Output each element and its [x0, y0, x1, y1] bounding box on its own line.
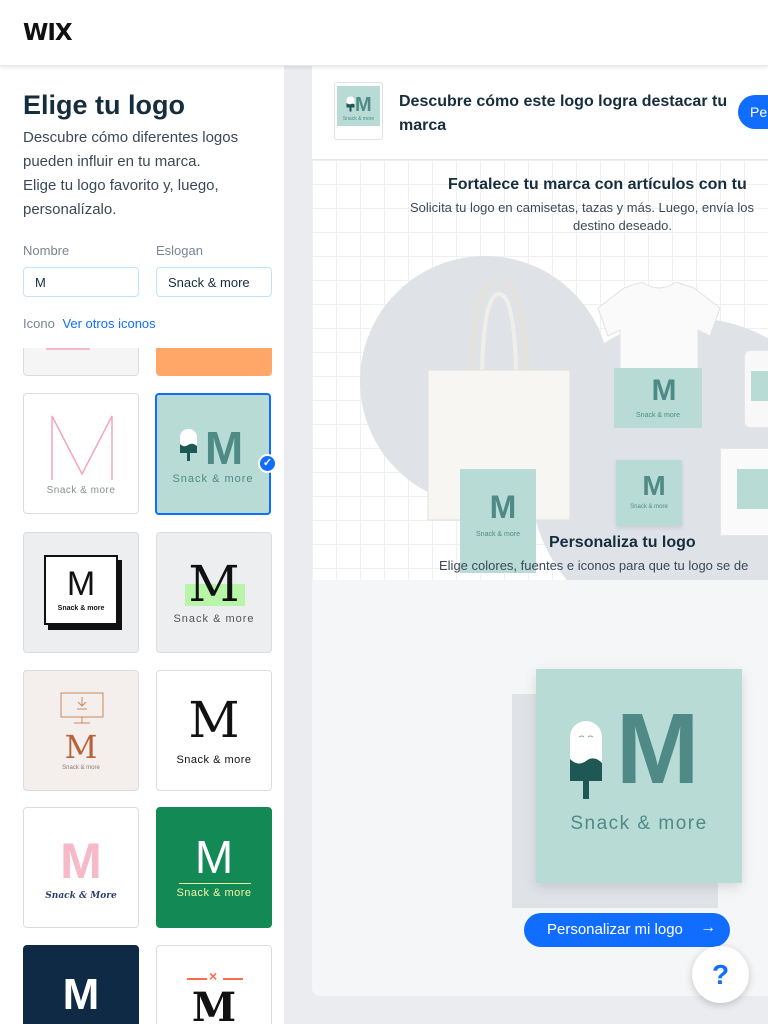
logo-tile[interactable]: M [23, 945, 139, 1024]
tile-letter: M [60, 833, 102, 889]
tile-slogan: Snack & more [46, 485, 116, 496]
logo-tile[interactable]: M Snack & more [23, 532, 139, 653]
tshirt-logo-slogan: Snack & more [636, 412, 680, 419]
x-ornament-icon: × [187, 968, 243, 984]
banner-button[interactable]: Pe [738, 95, 768, 129]
logo-banner: M Snack & more Descubre cómo este logo l… [312, 66, 768, 160]
preview-letter: M [616, 693, 700, 805]
tile-letter: M [194, 831, 234, 883]
tote-logo-letter: M [489, 489, 517, 525]
sticker-image: M Snack & more [616, 460, 682, 526]
thumbnail-letter: M [355, 94, 372, 116]
tile-slogan: Snack & more [176, 887, 252, 899]
tile-letter: M [188, 691, 240, 749]
banner-text: Descubre cómo este logo logra destacar t… [399, 93, 728, 134]
customize-button-label: Personalizar mi logo [547, 921, 683, 938]
logo-tile[interactable]: Snack & more [23, 393, 139, 514]
tshirt-logo-letter: M [651, 374, 677, 407]
promo-title: Fortalece tu marca con artículos con tu [448, 176, 747, 193]
tile-slogan: Snack & more [173, 613, 255, 625]
wix-logo[interactable]: WIX [23, 20, 73, 46]
pink-m-outline [51, 415, 113, 480]
card-image [720, 448, 768, 536]
customize-logo-button[interactable]: Personalizar mi logo → [524, 913, 730, 947]
selected-check-icon: ✓ [258, 454, 277, 473]
mug-logo [751, 371, 768, 401]
name-field[interactable]: M [23, 267, 139, 297]
tile-letter: M [191, 984, 237, 1024]
tile-slogan: Snack & more [176, 754, 252, 766]
logo-tile[interactable] [23, 348, 139, 376]
tile-letter: M [66, 565, 96, 603]
arrow-right-icon: → [700, 919, 716, 936]
banner-logo-thumbnail: M Snack & more [334, 82, 383, 140]
tile-slogan: Snack & More [45, 891, 117, 901]
promo-desc-line: Solicita tu logo en camisetas, tazas y m… [410, 200, 754, 215]
description-line: Descubre cómo diferentes logos pueden in… [23, 129, 239, 170]
logo-tile-selected[interactable]: M Snack & more [155, 393, 271, 515]
slogan-label: Eslogan [156, 243, 203, 258]
tile-divider [179, 883, 251, 884]
logo-tile[interactable]: × M [156, 945, 272, 1024]
mug-image [744, 350, 768, 428]
tile-letter: M [62, 970, 100, 1019]
thumbnail-background: M Snack & more [337, 86, 380, 126]
sidebar-description: Descubre cómo diferentes logos pueden in… [23, 126, 268, 222]
tile-slogan: Snack & more [62, 765, 100, 771]
tile-slogan: Snack & more [57, 605, 105, 612]
customize-title: Personaliza tu logo [549, 534, 696, 551]
description-line: Elige tu logo favorito y, luego, persona… [23, 177, 219, 218]
popsicle-icon [570, 721, 602, 799]
sticker-logo-letter: M [642, 470, 666, 501]
top-bar: WIX [0, 0, 768, 66]
customize-description: Elige colores, fuentes e iconos para que… [439, 558, 749, 573]
logo-tile[interactable]: M Snack & more [156, 532, 272, 653]
preview-slogan: Snack & more [570, 813, 708, 834]
merch-promo: Fortalece tu marca con artículos con tu … [312, 160, 768, 580]
tile-accent [46, 348, 90, 350]
monitor-icon [60, 692, 104, 724]
logo-tile[interactable]: M Snack & More [23, 807, 139, 928]
sticker-logo-slogan: Snack & more [630, 504, 668, 510]
tile-letter: M [204, 422, 244, 474]
logo-tile[interactable]: M Snack & more [23, 670, 139, 791]
tile-letter: M [64, 728, 98, 766]
icon-label: Icono [23, 316, 55, 331]
card-logo [737, 469, 768, 509]
logo-tile[interactable] [156, 348, 272, 376]
help-button[interactable]: ? [692, 946, 749, 1003]
logo-tile[interactable]: M Snack & more [156, 670, 272, 791]
icon-row: Icono Ver otros iconos [23, 316, 156, 331]
other-icons-link[interactable]: Ver otros iconos [62, 316, 155, 331]
thumbnail-slogan: Snack & more [342, 116, 375, 122]
tile-slogan: Snack & more [172, 473, 254, 485]
logo-sidebar: Elige tu logo Descubre cómo diferentes l… [0, 66, 284, 1024]
logo-preview: M Snack & more [536, 669, 742, 883]
page-title: Elige tu logo [23, 90, 185, 120]
promo-desc-line: destino deseado. [573, 218, 673, 233]
tshirt-logo: M Snack & more [614, 368, 702, 428]
name-label: Nombre [23, 243, 70, 258]
tile-letter: M [188, 555, 240, 613]
promo-description: Solicita tu logo en camisetas, tazas y m… [410, 199, 768, 235]
logo-tile[interactable]: M Snack & more [156, 807, 272, 928]
slogan-field[interactable]: Snack & more [156, 267, 272, 297]
